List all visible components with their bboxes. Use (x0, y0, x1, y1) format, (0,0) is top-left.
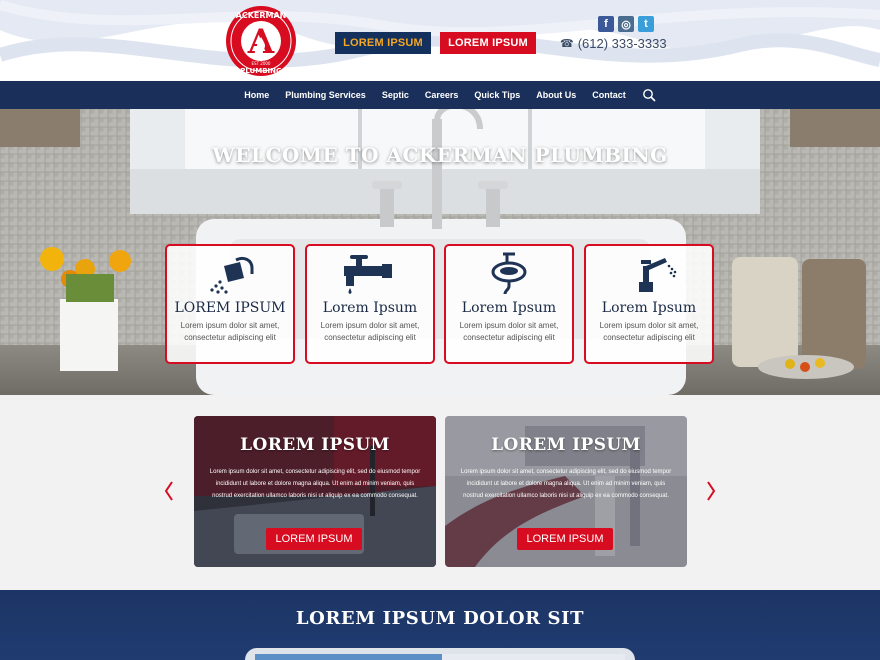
bottom-feature-section: LOREM IPSUM DOLOR SIT (0, 590, 880, 660)
sink-icon (491, 252, 527, 295)
faucet-icon (344, 255, 392, 294)
nav-quick-tips[interactable]: Quick Tips (474, 90, 520, 100)
nav-contact[interactable]: Contact (592, 90, 626, 100)
slider-next-arrow-icon[interactable] (706, 481, 716, 501)
service-card-title: Lorem Ipsum (461, 300, 557, 316)
logo-est-text: EST 2000 (252, 61, 271, 66)
hero-section: WELCOME TO ACKERMAN PLUMBING LOREM IPSUM… (0, 109, 880, 395)
service-card-3[interactable]: Lorem Ipsum Lorem ipsum dolor sit amet, … (444, 244, 574, 364)
promo-card-2: LOREM IPSUM Lorem ipsum dolor sit amet, … (445, 416, 687, 567)
search-icon[interactable] (642, 88, 656, 102)
promo-card-button[interactable]: LOREM IPSUM (266, 528, 362, 550)
promo-card-1: LOREM IPSUM Lorem ipsum dolor sit amet, … (194, 416, 436, 567)
phone-number-text: (612) 333-3333 (577, 36, 667, 51)
device-screen-panel (442, 654, 625, 660)
nav-septic[interactable]: Septic (382, 90, 409, 100)
promo-slider: LOREM IPSUM Lorem ipsum dolor sit amet, … (0, 395, 880, 590)
logo-top-text: ACKERMAN (236, 11, 287, 20)
header-secondary-button[interactable]: LOREM IPSUM (440, 32, 536, 54)
service-card-1[interactable]: LOREM IPSUM Lorem ipsum dolor sit amet, … (165, 244, 295, 364)
service-card-text: Lorem ipsum dolor sit amet, consectetur … (180, 321, 280, 342)
service-card-title: Lorem Ipsum (601, 300, 697, 316)
shower-icon (210, 256, 254, 294)
service-card-text: Lorem ipsum dolor sit amet, consectetur … (459, 321, 559, 342)
nav-about-us[interactable]: About Us (536, 90, 576, 100)
service-card-title: LOREM IPSUM (174, 300, 286, 316)
promo-card-title: LOREM IPSUM (491, 435, 641, 455)
nav-plumbing-services[interactable]: Plumbing Services (285, 90, 366, 100)
service-card-2[interactable]: Lorem Ipsum Lorem ipsum dolor sit amet, … (305, 244, 435, 364)
promo-card-text: Lorem ipsum dolor sit amet, consectetur … (460, 469, 672, 499)
phone-number[interactable]: ☎ (612) 333-3333 (560, 36, 667, 51)
service-card-text: Lorem ipsum dolor sit amet, consectetur … (599, 321, 699, 342)
main-navigation: Home Plumbing Services Septic Careers Qu… (0, 81, 880, 109)
phone-icon: ☎ (560, 38, 574, 50)
promo-card-text: Lorem ipsum dolor sit amet, consectetur … (209, 469, 421, 499)
nav-home[interactable]: Home (244, 90, 269, 100)
header-primary-button[interactable]: LOREM IPSUM (335, 32, 431, 54)
section-title: LOREM IPSUM DOLOR SIT (295, 608, 585, 629)
service-card-text: Lorem ipsum dolor sit amet, consectetur … (320, 321, 420, 342)
service-card-title: Lorem Ipsum (322, 300, 418, 316)
service-card-4[interactable]: Lorem Ipsum Lorem ipsum dolor sit amet, … (584, 244, 714, 364)
ackerman-plumbing-logo[interactable]: A ACKERMAN EST 2000 PLUMBING (224, 4, 298, 78)
promo-card-button[interactable]: LOREM IPSUM (517, 528, 613, 550)
instagram-icon[interactable]: ◎ (618, 16, 634, 32)
hero-title: WELCOME TO ACKERMAN PLUMBING (212, 143, 668, 167)
nav-careers[interactable]: Careers (425, 90, 459, 100)
kitchen-faucet-icon (639, 258, 677, 292)
slider-prev-arrow-icon[interactable] (164, 481, 174, 501)
logo-bottom-text: PLUMBING (240, 67, 282, 75)
facebook-icon[interactable]: f (598, 16, 614, 32)
promo-card-title: LOREM IPSUM (240, 435, 390, 455)
twitter-icon[interactable]: t (638, 16, 654, 32)
site-header: A ACKERMAN EST 2000 PLUMBING LOREM IPSUM… (0, 0, 880, 81)
